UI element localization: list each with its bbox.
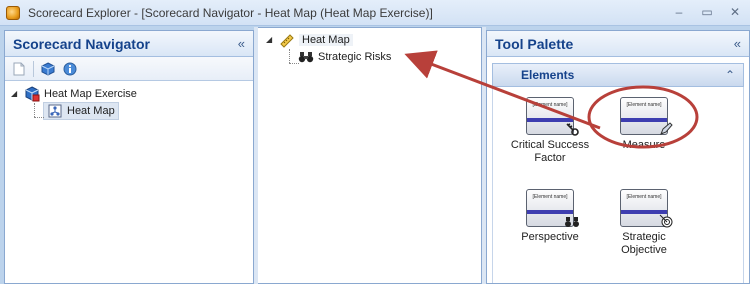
window-titlebar: Scorecard Explorer - [Scorecard Navigato… <box>0 0 750 26</box>
palette-item-label: Critical Success <box>510 139 590 151</box>
info-icon[interactable] <box>62 61 78 77</box>
pencil-icon <box>659 122 673 140</box>
app-icon <box>6 5 20 20</box>
tool-palette-panel: Tool Palette « Elements ⌃ [Element name]… <box>486 30 750 284</box>
palette-item-label: Strategic <box>622 231 666 243</box>
palette-collapse-button[interactable]: « <box>734 36 741 51</box>
tree-connector <box>289 49 290 63</box>
tree-node-label: Heat Map <box>299 33 353 46</box>
navigator-header: Scorecard Navigator « <box>5 31 253 57</box>
element-card: [Element name] <box>620 189 673 228</box>
element-card-label: [Element name] <box>532 194 568 200</box>
minimize-button[interactable]: – <box>670 3 688 21</box>
center-tree: ◢ Heat Map Strategic Risks <box>258 28 481 65</box>
palette-title: Tool Palette <box>495 35 574 52</box>
maximize-button[interactable]: ▭ <box>698 3 716 21</box>
element-card: [Element name] <box>620 97 673 135</box>
key-icon <box>565 122 579 140</box>
elements-palette: [Element name] Critical Success Factor [… <box>492 87 744 283</box>
target-icon <box>659 214 673 232</box>
tree-node-heat-map-exercise[interactable]: ◢ Heat Map Exercise <box>11 85 253 102</box>
tree-node-label: Strategic Risks <box>318 50 392 63</box>
tree-node-heat-map-root[interactable]: ◢ Heat Map <box>266 31 481 48</box>
selected-node[interactable]: Heat Map <box>43 101 119 120</box>
palette-item-measure[interactable]: [Element name] Measure <box>599 97 689 152</box>
toolbar-separator <box>33 60 34 77</box>
navigator-title: Scorecard Navigator <box>13 35 150 52</box>
elements-group-header[interactable]: Elements ⌃ <box>492 63 744 87</box>
element-card-label: [Element name] <box>532 102 568 108</box>
palette-item-perspective[interactable]: [Element name] Perspective <box>505 189 595 244</box>
heat-map-canvas: ◢ Heat Map Strategic Risks <box>258 27 482 284</box>
tree-connector <box>289 63 299 64</box>
collapse-up-icon[interactable]: ⌃ <box>725 68 735 82</box>
tree-node-heat-map[interactable]: Heat Map <box>11 101 253 120</box>
heatmap-icon <box>47 103 63 119</box>
binoculars-icon <box>565 216 579 232</box>
ruler-icon <box>279 32 295 48</box>
navigator-toolbar <box>5 57 253 81</box>
cube-icon[interactable] <box>40 61 56 77</box>
scorecard-navigator-panel: Scorecard Navigator « ◢ Heat Map Exercis… <box>4 30 254 284</box>
collapse-arrow-icon[interactable]: ◢ <box>11 89 21 98</box>
elements-group-title: Elements <box>521 68 575 82</box>
palette-item-label: Factor <box>534 152 566 164</box>
palette-header: Tool Palette « <box>487 31 749 57</box>
element-card: [Element name] <box>526 97 579 136</box>
palette-item-label: Perspective <box>521 231 579 243</box>
element-card-band <box>527 210 573 214</box>
navigator-collapse-button[interactable]: « <box>238 36 245 51</box>
palette-item-strategic-objective[interactable]: [Element name] Strategic Objective <box>599 189 689 257</box>
window-title: Scorecard Explorer - [Scorecard Navigato… <box>28 5 433 20</box>
navigator-tree: ◢ Heat Map Exercise Heat Map <box>5 81 253 120</box>
collapse-arrow-icon[interactable]: ◢ <box>266 35 276 44</box>
window-controls: – ▭ ✕ <box>670 3 744 21</box>
tree-connector <box>34 103 35 117</box>
tree-node-label: Heat Map <box>67 104 115 117</box>
scorecard-cube-icon <box>24 85 40 102</box>
binoculars-icon <box>298 49 314 65</box>
element-card: [Element name] <box>526 189 579 227</box>
new-page-icon[interactable] <box>11 61 27 77</box>
palette-item-label: Measure <box>622 139 666 151</box>
element-card-label: [Element name] <box>626 194 662 200</box>
tree-node-label: Heat Map Exercise <box>44 87 137 100</box>
element-card-label: [Element name] <box>626 102 662 108</box>
palette-item-label: Objective <box>621 244 667 256</box>
palette-item-critical-success-factor[interactable]: [Element name] Critical Success Factor <box>505 97 595 165</box>
close-button[interactable]: ✕ <box>726 3 744 21</box>
tree-connector <box>34 117 44 118</box>
